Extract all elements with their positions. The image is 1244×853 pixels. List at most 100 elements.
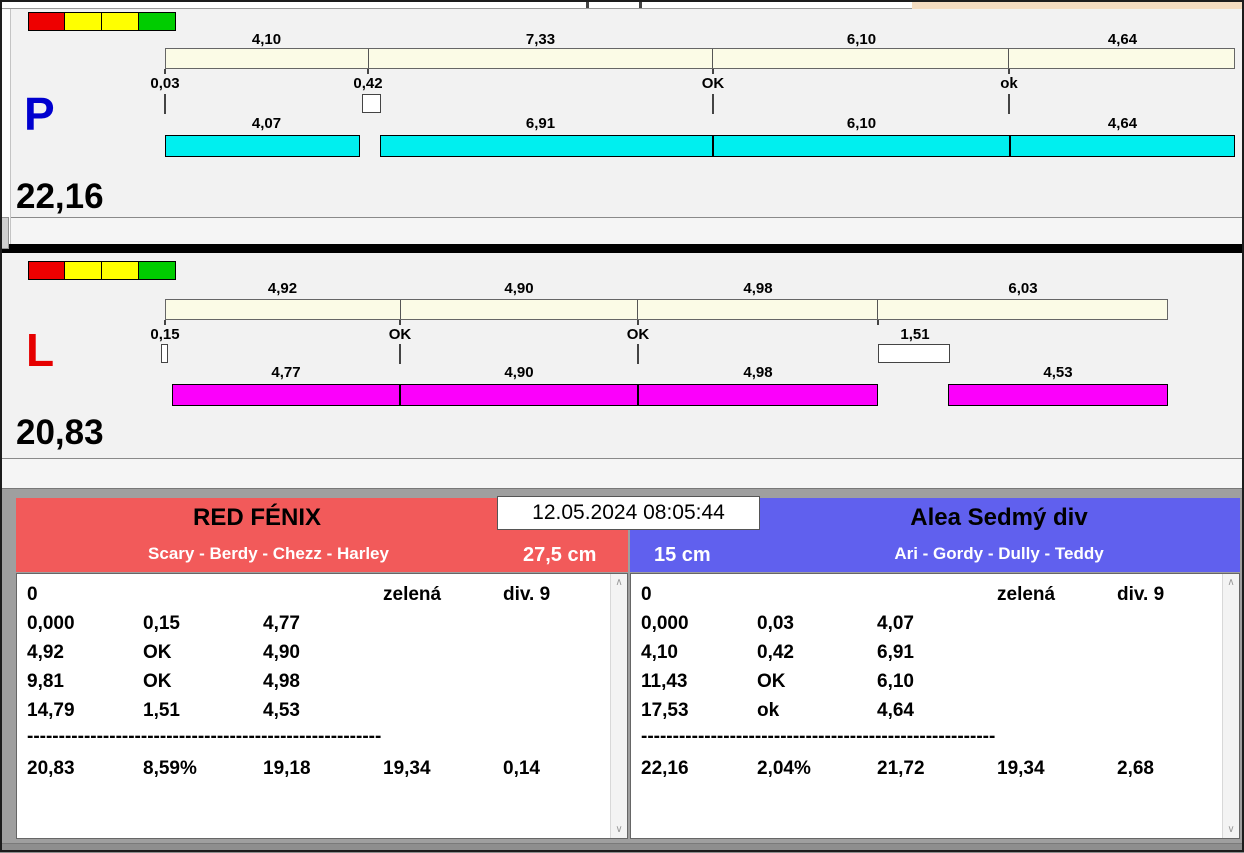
bar-segment [638,300,878,319]
result-cell: div. 9 [1117,584,1165,605]
fault-marker-box[interactable] [878,344,950,363]
result-row: 9,81 OK 4,98 [17,671,627,697]
tick-mark [164,69,166,74]
panel-letter-l: L [26,324,55,376]
scrollbar-thumb[interactable] [1,217,9,249]
bar-segment [369,49,713,68]
plan-splits-bar [165,48,1235,69]
bar-segment [166,300,401,319]
result-cell: 6,10 [877,671,914,692]
tick-mark [399,344,401,364]
status-lights [28,261,176,280]
fault-checkbox[interactable] [362,94,381,113]
light-green-icon [139,12,176,31]
fault-marker-box[interactable] [161,344,168,363]
light-yellow-icon [65,261,102,280]
result-cell: 17,53 [641,700,689,721]
light-red-icon [28,261,65,280]
results-text-left[interactable]: 0 zelená div. 9 0,000 0,15 4,77 4,92 OK … [16,573,628,839]
run-bar-segment [948,384,1168,406]
split-plan-label: 4,92 [267,280,298,297]
results-text-right[interactable]: 0 zelená div. 9 0,000 0,03 4,07 4,10 0,4… [630,573,1240,839]
result-row: 14,79 1,51 4,53 [17,700,627,726]
scroll-down-icon[interactable]: ∨ [611,824,627,835]
tick-mark [1008,94,1010,114]
split-plan-label: 4,10 [251,31,282,48]
scroll-up-icon[interactable]: ∧ [611,577,627,588]
result-cell: 4,07 [877,613,914,634]
title-bar [0,0,1244,9]
result-row: 0 zelená div. 9 [17,584,627,610]
scrollbar[interactable]: ∧ ∨ [610,574,627,838]
split-run-label: 4,90 [504,364,534,381]
team-name: Alea Sedmý div [910,504,1088,531]
result-cell: 0,000 [27,613,75,634]
separator-line: ----------------------------------------… [27,726,382,747]
titlebar-notch-icon [639,1,642,8]
result-cell: 4,77 [263,613,300,634]
team-name: RED FÉNIX [192,504,321,531]
totals-row: 22,16 2,04% 21,72 19,34 2,68 [631,758,1239,784]
result-cell: 20,83 [27,758,75,779]
scrollbar[interactable]: ∧ ∨ [1222,574,1239,838]
spacer-strip [0,458,1244,488]
left-scrollbar[interactable] [0,9,11,249]
result-cell: 14,79 [27,700,75,721]
tick-mark [877,320,879,325]
split-plan-label: 6,10 [846,31,877,48]
split-plan-label: 4,64 [1107,31,1138,48]
light-yellow-icon [102,12,139,31]
result-cell: 0 [27,584,38,605]
result-cell: 9,81 [27,671,64,692]
light-red-icon [28,12,65,31]
team-members: Scary - Berdy - Chezz - Harley [148,544,389,563]
split-run-label: 4,77 [271,364,301,381]
total-time-l: 20,83 [16,413,104,452]
titlebar-notch-icon [586,1,589,8]
result-cell: 0,000 [641,613,689,634]
tick-mark [637,320,639,325]
jump-height: 15 cm [654,544,711,566]
run-bar-segment [172,384,400,406]
scroll-up-icon[interactable]: ∧ [1223,577,1239,588]
result-cell: 4,92 [27,642,64,663]
panel-letter-p: P [24,88,55,140]
run-bar-segment [165,135,360,157]
result-cell: 8,59% [143,758,197,779]
result-cell: 0,42 [757,642,794,663]
result-cell: 0 [641,584,652,605]
run-bar-segment [1010,135,1235,157]
separator-row: ----------------------------------------… [631,726,1239,752]
result-cell: 0,15 [143,613,180,634]
result-cell: 4,64 [877,700,914,721]
bar-segment [878,300,1167,319]
result-cell: zelená [997,584,1056,605]
split-plan-label: 7,33 [525,31,556,48]
change-marker-label: OK [388,326,412,343]
result-cell: 4,10 [641,642,678,663]
tick-mark [367,69,369,74]
result-cell: 4,53 [263,700,300,721]
tick-mark [637,344,639,364]
result-cell: 22,16 [641,758,689,779]
separator-row: ----------------------------------------… [17,726,627,752]
split-run-label: 6,91 [525,115,556,132]
tick-mark [1008,69,1010,74]
light-yellow-icon [65,12,102,31]
total-time-p: 22,16 [16,177,104,216]
run-bar-segment [713,135,1010,157]
result-cell: 4,90 [263,642,300,663]
timing-panel-p: 4,10 7,33 6,10 4,64 0,03 0,42 OK ok 4,07… [0,9,1244,217]
split-run-label: 4,64 [1107,115,1138,132]
result-row: 17,53 ok 4,64 [631,700,1239,726]
split-run-label: 4,07 [251,115,282,132]
bar-segment [1009,49,1234,68]
split-plan-label: 4,98 [743,280,773,297]
light-green-icon [139,261,176,280]
bar-segment [166,49,369,68]
split-plan-label: 6,03 [1008,280,1038,297]
split-run-label: 4,98 [743,364,773,381]
split-run-label: 6,10 [846,115,877,132]
result-cell: div. 9 [503,584,551,605]
scroll-down-icon[interactable]: ∨ [1223,824,1239,835]
